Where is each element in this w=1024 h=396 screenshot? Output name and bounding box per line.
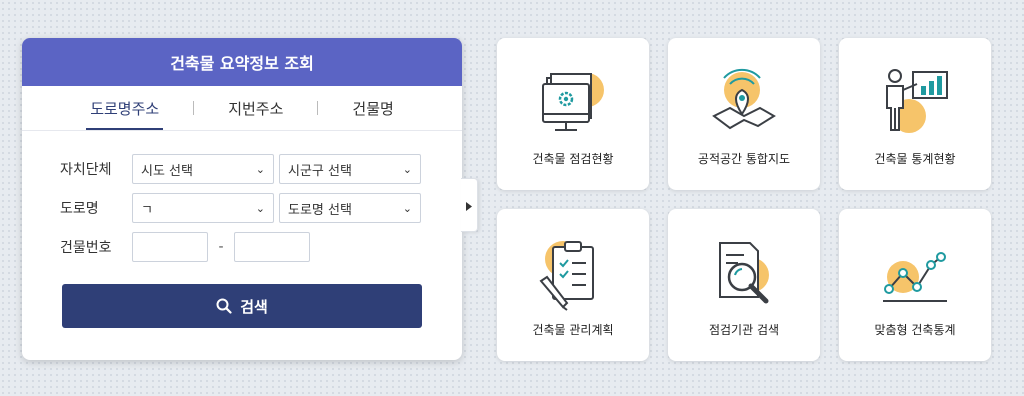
chevron-down-icon: ⌄: [255, 162, 265, 176]
caret-right-icon: [466, 196, 472, 215]
road-label: 도로명: [60, 201, 99, 217]
card-building-inspection-status[interactable]: 건축물 점검현황: [497, 38, 649, 190]
building-number-row: 건물번호 -: [60, 232, 310, 262]
card-label: 건축물 통계현황: [874, 152, 956, 166]
road-select-value: 도로명 선택: [288, 202, 352, 218]
presentation-chart-icon: [875, 64, 955, 140]
region-label: 자치단체: [60, 162, 112, 178]
sido-select-value: 시도 선택: [141, 163, 193, 179]
search-button[interactable]: 검색: [62, 284, 422, 328]
building-number-label: 건물번호: [60, 240, 112, 256]
card-building-management-plan[interactable]: 건축물 관리계획: [497, 209, 649, 361]
road-row: 도로명 ㄱ ⌄ 도로명 선택 ⌄: [60, 193, 426, 223]
card-building-statistics[interactable]: 건축물 통계현황: [839, 38, 991, 190]
road-name-select[interactable]: 도로명 선택 ⌄: [279, 193, 421, 223]
monitor-gear-icon: [533, 64, 613, 140]
card-label: 점검기관 검색: [708, 323, 780, 337]
tab-divider: [193, 101, 195, 115]
building-summary-panel: 건축물 요약정보 조회 도로명주소 지번주소 건물명 자치단체 시도 선택 ⌄ …: [22, 38, 462, 360]
tab-building-name[interactable]: 건물명: [348, 86, 397, 130]
sigungu-select-value: 시군구 선택: [288, 163, 352, 179]
tab-divider: [317, 101, 319, 115]
document-magnifier-icon: [704, 235, 784, 311]
initial-consonant-select[interactable]: ㄱ ⌄: [132, 193, 274, 223]
tab-road-address[interactable]: 도로명주소: [86, 86, 164, 130]
panel-title: 건축물 요약정보 조회: [22, 38, 462, 86]
chevron-down-icon: ⌄: [255, 201, 265, 215]
sigungu-select[interactable]: 시군구 선택 ⌄: [279, 154, 421, 184]
region-row: 자치단체 시도 선택 ⌄ 시군구 선택 ⌄: [60, 154, 426, 184]
card-public-space-map[interactable]: 공적공간 통합지도: [668, 38, 820, 190]
search-icon: [216, 298, 232, 314]
tab-lot-address[interactable]: 지번주소: [224, 86, 287, 130]
chevron-down-icon: ⌄: [402, 201, 412, 215]
address-tabs: 도로명주소 지번주소 건물명: [22, 86, 462, 131]
card-custom-building-statistics[interactable]: 맞춤형 건축통계: [839, 209, 991, 361]
sido-select[interactable]: 시도 선택 ⌄: [132, 154, 274, 184]
card-label: 건축물 관리계획: [532, 323, 614, 337]
map-pin-icon: [704, 64, 784, 140]
panel-toggle-button[interactable]: [461, 178, 478, 232]
card-label: 맞춤형 건축통계: [874, 323, 956, 337]
clipboard-checklist-icon: [533, 235, 613, 311]
card-label: 공적공간 통합지도: [697, 152, 791, 166]
initial-select-value: ㄱ: [141, 202, 153, 218]
building-main-number-input[interactable]: [132, 232, 208, 262]
card-label: 건축물 점검현황: [532, 152, 614, 166]
search-button-label: 검색: [240, 297, 268, 316]
chevron-down-icon: ⌄: [402, 162, 412, 176]
number-separator: -: [218, 239, 224, 255]
building-sub-number-input[interactable]: [234, 232, 310, 262]
card-inspection-agency-search[interactable]: 점검기관 검색: [668, 209, 820, 361]
line-trend-icon: [875, 235, 955, 311]
